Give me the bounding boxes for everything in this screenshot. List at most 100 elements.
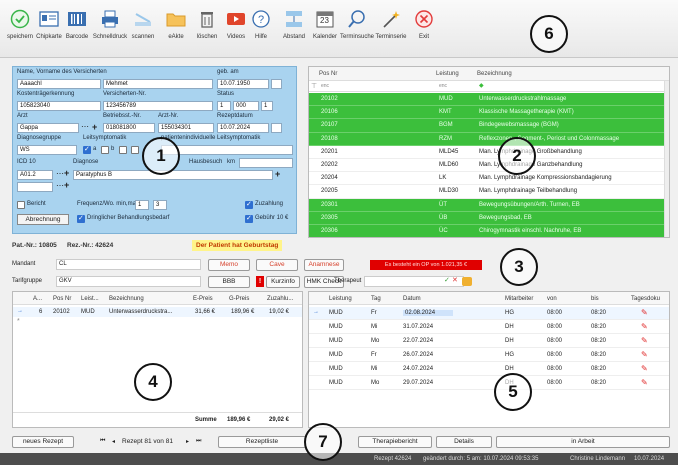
gebuehr-checkbox[interactable] <box>245 214 253 223</box>
filter-posnr[interactable]: enc <box>321 83 329 89</box>
col-bezeichnung[interactable]: Bezeichnung <box>477 67 627 81</box>
patientenindividuelle-checkbox[interactable] <box>131 146 139 154</box>
exit-button[interactable]: Exit <box>404 8 444 40</box>
details-button[interactable]: Details <box>436 436 492 448</box>
therapeut-confirm-icon[interactable]: ✓ <box>444 276 450 284</box>
grid-row[interactable]: 20102 MUD Unterwasserdruckstrahlmassage <box>309 93 664 107</box>
table-row[interactable]: MUD Mi 24.07.2024 DH 08:00 08:20 ✎ <box>309 363 669 376</box>
grid-row[interactable]: 20201MLD45Man. Lymphdrainage Großbehandl… <box>309 145 664 159</box>
birthdate-calendar-icon[interactable] <box>271 79 282 89</box>
status-3-input[interactable]: 1 <box>261 101 273 111</box>
grid-row[interactable]: 20301 ÜT Bewegungsübungen/Arth. Turnen, EB <box>309 198 664 212</box>
therapeut-clear-icon[interactable]: ✕ <box>452 276 458 284</box>
appt-cell-datum[interactable]: 02.08.2024 <box>403 310 454 316</box>
freq-min-input[interactable]: 1 <box>135 200 149 210</box>
icd-remove-icon[interactable]: ⋯ <box>56 169 64 178</box>
tagesdoku-edit-icon[interactable]: ✎ <box>641 322 648 331</box>
status-1-input[interactable]: 1 <box>217 101 231 111</box>
filter-bezeichnung-icon[interactable]: ◆ <box>479 82 484 89</box>
bericht-checkbox[interactable] <box>17 201 25 209</box>
arzt-add-icon[interactable]: + <box>92 122 100 132</box>
pos-col-leistung[interactable]: Leist... <box>81 296 99 302</box>
appt-col-tagesdoku[interactable]: Tagesdoku <box>631 296 660 302</box>
appt-cell-datum[interactable]: 31.07.2024 <box>403 324 433 330</box>
icd-2-input[interactable] <box>17 182 53 192</box>
tagesdoku-edit-icon[interactable]: ✎ <box>641 364 648 373</box>
therapeut-edit-icon[interactable] <box>462 277 472 286</box>
appt-col-tag[interactable]: Tag <box>371 296 381 302</box>
freq-max-input[interactable]: 3 <box>153 200 167 210</box>
last-record-icon[interactable]: ⏭ <box>196 438 201 445</box>
leitsymptomatik-c-checkbox[interactable] <box>119 146 127 154</box>
tarifgruppe-select[interactable]: GKV <box>56 276 201 287</box>
mandant-select[interactable]: CL <box>56 259 201 270</box>
bbb-button[interactable]: BBB <box>208 276 250 288</box>
zuzahlung-checkbox[interactable] <box>245 200 253 209</box>
new-row-icon[interactable]: * <box>17 318 20 325</box>
betriebsst-input[interactable]: 018081800 <box>103 123 155 133</box>
tagesdoku-edit-icon[interactable]: ✎ <box>641 378 648 387</box>
rezeptdatum-calendar-icon[interactable] <box>271 123 282 133</box>
grid-row[interactable]: 20205 MLD30 Man. Lymphdrainage Teilbehandl… <box>309 185 664 199</box>
diagnose-input[interactable]: Paratyphus B <box>73 170 273 180</box>
grid-row[interactable]: 20204 LK Man. Lymphdrainage Kompressionsba… <box>309 172 664 186</box>
icd-2-remove-icon[interactable]: ⋯ <box>56 181 64 190</box>
appt-cell-datum[interactable]: 22.07.2024 <box>403 338 433 344</box>
tagesdoku-edit-icon[interactable]: ✎ <box>641 308 648 317</box>
grid-scrollbar[interactable] <box>664 81 669 237</box>
pos-col-zuzahlung[interactable]: Zuzahlu... <box>267 296 293 302</box>
icd-add-icon[interactable]: + <box>64 168 69 178</box>
icd-input[interactable]: A01.2 <box>17 170 53 180</box>
new-prescription-button[interactable]: neues Rezept <box>12 436 74 448</box>
birthdate-input[interactable]: 10.07.1950 <box>217 79 269 89</box>
rezeptdatum-input[interactable]: 10.07.2024 <box>217 123 269 133</box>
col-posnr[interactable]: Pos Nr <box>319 67 429 81</box>
table-row[interactable]: MUD Mo 22.07.2024 DH 08:00 08:20 ✎ <box>309 335 669 348</box>
dringlich-checkbox[interactable] <box>77 214 85 223</box>
versicherten-input[interactable]: 123456789 <box>103 101 213 111</box>
firstname-input[interactable]: Mehmet <box>103 79 213 89</box>
grid-row[interactable]: 20106 KMT Klassische Massagetherapie (KMT) <box>309 106 664 120</box>
table-row[interactable]: MUD Fr 26.07.2024 HG 08:00 08:20 ✎ <box>309 349 669 362</box>
pos-col-epreis[interactable]: E-Preis <box>193 296 213 302</box>
in-arbeit-button[interactable]: in Arbeit <box>496 436 670 448</box>
grid-row[interactable]: 20107 BGM Bindegewebsmassage (BGM) <box>309 119 664 133</box>
grid-row[interactable]: 20202MLD60Man. Lymphdrainage Ganzbehandl… <box>309 159 664 173</box>
kurzinfo-button[interactable]: Kurzinfo <box>266 276 300 288</box>
tagesdoku-edit-icon[interactable]: ✎ <box>641 336 648 345</box>
abrechnung-button[interactable]: Abrechnung <box>17 214 69 225</box>
tagesdoku-edit-icon[interactable]: ✎ <box>641 350 648 359</box>
pos-col-posnr[interactable]: Pos Nr <box>53 296 71 302</box>
arztnr-input[interactable]: 155034301 <box>158 123 214 133</box>
grid-row[interactable]: 20108 RZM Reflexzonen-, Segment-, Periost … <box>309 132 664 146</box>
km-input[interactable] <box>239 158 293 168</box>
rezeptliste-button[interactable]: Rezeptliste <box>218 436 306 448</box>
arzt-remove-icon[interactable]: ⋯ <box>81 123 90 133</box>
col-leistung[interactable]: Leistung <box>436 67 476 81</box>
icd-2-add-icon[interactable]: + <box>64 180 69 190</box>
appt-cell-datum[interactable]: 24.07.2024 <box>403 366 433 372</box>
appt-cell-datum[interactable]: 29.07.2024 <box>403 380 433 386</box>
table-row[interactable]: → 6 20102 MUD Unterwasserdruckstra... 31… <box>13 307 302 317</box>
lastname-input[interactable]: Aaaachl <box>17 79 101 89</box>
leitsymptomatik-b-checkbox[interactable] <box>101 146 109 154</box>
patientenindividuelle-input[interactable] <box>161 145 293 155</box>
diagnose-add-icon[interactable]: + <box>275 169 280 179</box>
memo-button[interactable]: Memo <box>208 259 250 271</box>
appt-col-von[interactable]: von <box>547 296 557 302</box>
grid-row[interactable]: 20306 ÜC Chirogymnastik einschl. Nachruhe,… <box>309 225 664 237</box>
cave-button[interactable]: Cave <box>256 259 298 271</box>
appt-col-bis[interactable]: bis <box>591 296 599 302</box>
next-record-icon[interactable]: ▸ <box>186 438 189 445</box>
pos-col-bezeichnung[interactable]: Bezeichnung <box>109 296 144 302</box>
prev-record-icon[interactable]: ◂ <box>112 438 115 445</box>
filter-icon[interactable]: ⊤ <box>311 82 317 90</box>
anamnese-button[interactable]: Anamnese <box>304 259 344 271</box>
pos-col-gpreis[interactable]: G-Preis <box>229 296 249 302</box>
kostentraeger-input[interactable]: 105823040 <box>17 101 101 111</box>
table-row[interactable]: MUD Mi 31.07.2024 DH 08:00 08:20 ✎ <box>309 321 669 334</box>
table-row[interactable]: → MUD Fr 02.08.2024 HG 08:00 08:20 ✎ <box>309 307 669 320</box>
filter-leistung[interactable]: enc <box>439 83 447 89</box>
pos-col-anzahl[interactable]: A... <box>33 296 42 302</box>
leitsymptomatik-a-checkbox[interactable] <box>83 145 91 154</box>
